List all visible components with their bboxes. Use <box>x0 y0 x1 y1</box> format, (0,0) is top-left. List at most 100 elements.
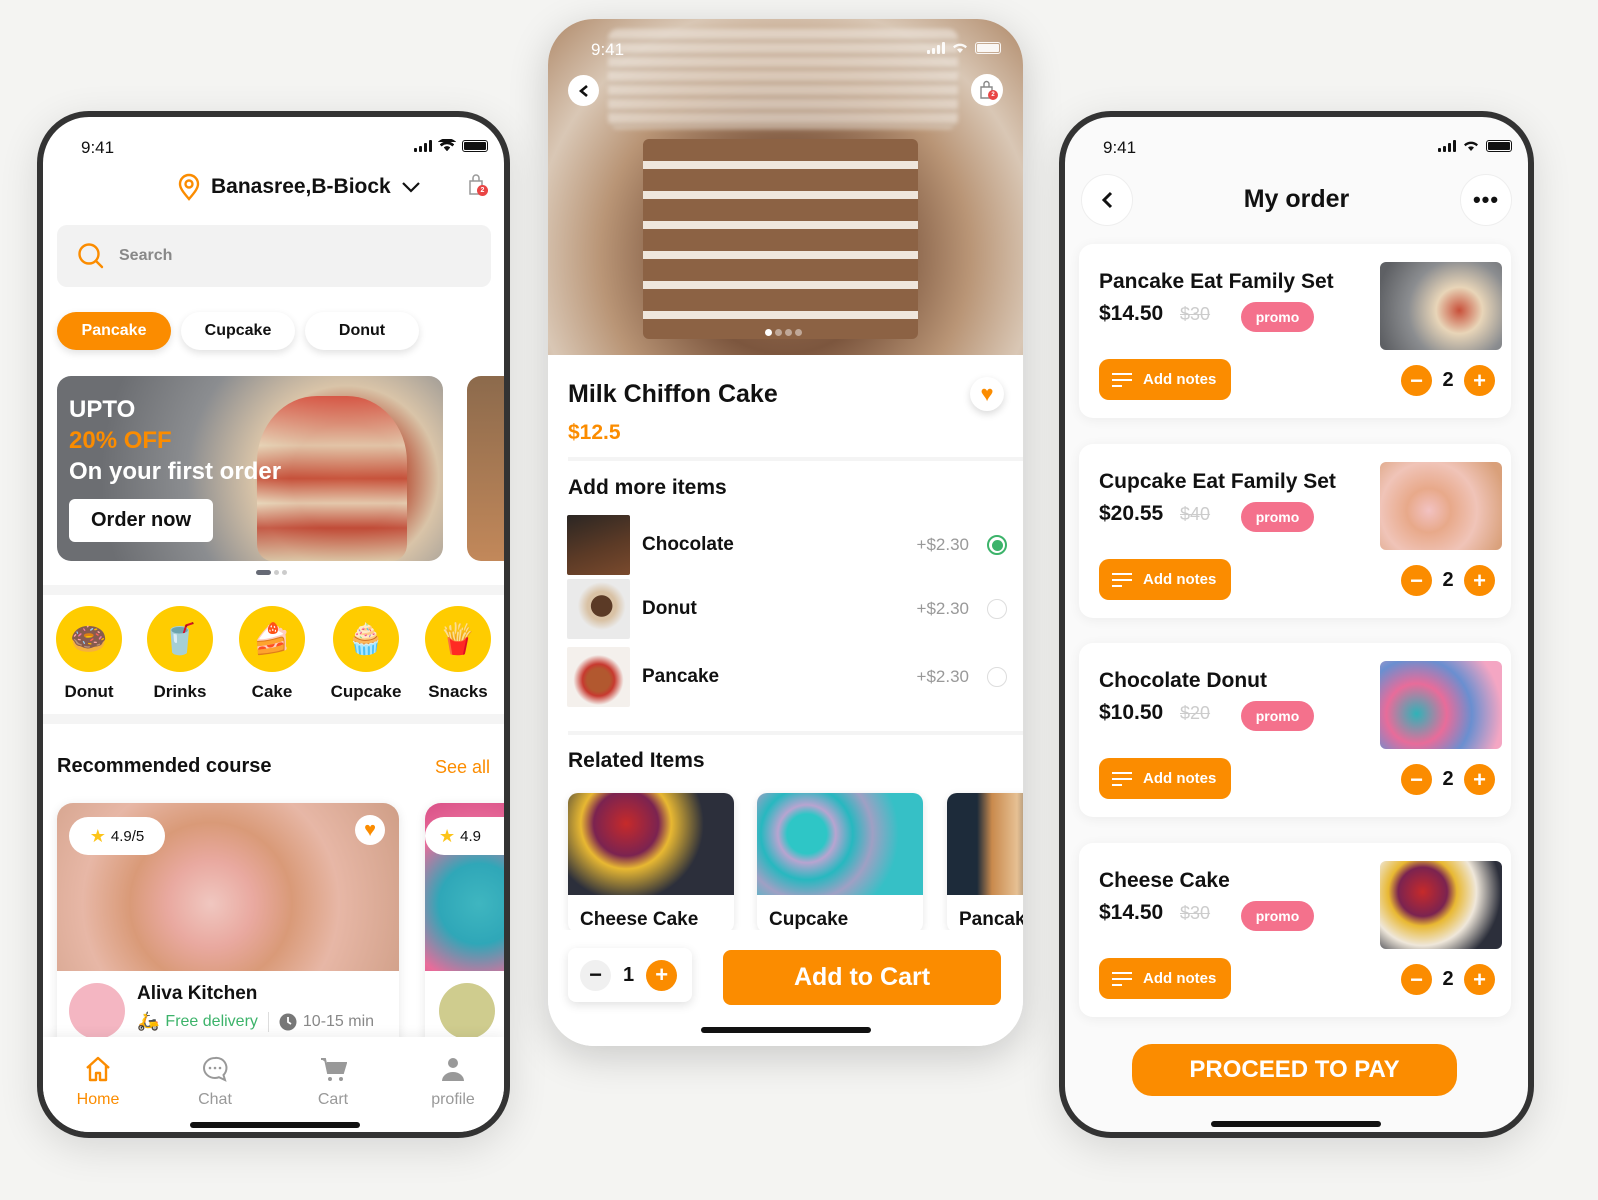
nav-chat[interactable]: Chat <box>175 1055 255 1109</box>
favorite-heart-icon[interactable]: ♥ <box>970 377 1004 411</box>
category-donut[interactable]: 🍩 Donut <box>56 606 122 702</box>
order-item-card: Chocolate Donut $10.50 $20 promo Add notes −2… <box>1079 643 1511 817</box>
category-label: Snacks <box>428 682 488 701</box>
promo-banner[interactable]: UPTO 20% OFF On your first order Order n… <box>57 376 443 561</box>
delivery-info: 🛵 Free delivery 10-15 min <box>137 1011 374 1032</box>
next-banner-peek[interactable] <box>467 376 504 561</box>
increment-button[interactable]: + <box>1464 365 1495 396</box>
chip-cupcake[interactable]: Cupcake <box>181 312 295 350</box>
recommended-card-peek[interactable]: ★ 4.9 <box>425 803 504 1043</box>
decrement-button[interactable]: − <box>1401 764 1432 795</box>
order-item-card: Cheese Cake $14.50 $30 promo Add notes −2 + <box>1079 843 1511 1017</box>
addon-radio[interactable] <box>987 599 1007 619</box>
pancake-image <box>947 793 1023 895</box>
related-item-card[interactable]: Cheese Cake <box>568 793 734 933</box>
addon-item[interactable]: Pancake +$2.30 <box>567 645 1007 709</box>
decrement-button[interactable]: − <box>580 959 611 991</box>
donut-icon: 🍩 <box>56 606 122 672</box>
nav-home[interactable]: Home <box>58 1055 138 1109</box>
status-icons <box>1438 139 1512 152</box>
nav-profile[interactable]: profile <box>413 1055 493 1109</box>
order-item-old-price: $40 <box>1180 504 1211 524</box>
home-icon <box>86 1056 110 1082</box>
status-icons <box>414 139 488 152</box>
signal-icon <box>1438 139 1456 152</box>
addon-price: +$2.30 <box>916 535 969 554</box>
addon-radio-selected[interactable] <box>987 535 1007 555</box>
snacks-icon: 🍟 <box>425 606 491 672</box>
category-cake[interactable]: 🍰 Cake <box>239 606 305 702</box>
nav-label: profile <box>431 1091 475 1108</box>
quantity-stepper: −2 + <box>1401 964 1495 995</box>
drink-icon: 🥤 <box>147 606 213 672</box>
increment-button[interactable]: + <box>1464 764 1495 795</box>
addon-radio[interactable] <box>987 667 1007 687</box>
addon-price: +$2.30 <box>916 667 969 686</box>
status-time: 9:41 <box>591 40 625 59</box>
increment-button[interactable]: + <box>1464 964 1495 995</box>
banner-line-3: On your first order <box>69 458 282 485</box>
category-drinks[interactable]: 🥤 Drinks <box>147 606 213 702</box>
nav-cart[interactable]: Cart <box>293 1055 373 1109</box>
rating-badge: ★ 4.9 <box>425 817 504 855</box>
decrement-button[interactable]: − <box>1401 365 1432 396</box>
order-item-name: Cheese Cake <box>1099 869 1230 892</box>
proceed-to-pay-button[interactable]: PROCEED TO PAY <box>1132 1044 1457 1096</box>
chip-pancake[interactable]: Pancake <box>57 312 171 350</box>
banner-text: UPTO 20% OFF On your first order <box>69 394 281 487</box>
order-item-price: $14.50 <box>1099 901 1164 924</box>
chip-donut[interactable]: Donut <box>305 312 419 350</box>
cart-bag-button[interactable]: 2 <box>971 74 1003 106</box>
delivery-time: 10-15 min <box>302 1012 375 1030</box>
product-price: $12.5 <box>568 421 621 444</box>
category-cupcake[interactable]: 🧁 Cupcake <box>331 606 401 702</box>
home-indicator <box>190 1122 360 1128</box>
status-time: 9:41 <box>81 138 115 157</box>
increment-button[interactable]: + <box>1464 565 1495 596</box>
image-pagination <box>765 329 802 336</box>
add-notes-button[interactable]: Add notes <box>1099 559 1231 600</box>
battery-icon <box>1486 139 1512 152</box>
quantity-value: 2 <box>1442 968 1454 990</box>
search-input[interactable]: Search <box>57 225 491 287</box>
wifi-icon <box>953 43 967 53</box>
related-item-card[interactable]: Cupcake <box>757 793 923 933</box>
cart-bag-button[interactable]: 2 <box>467 173 488 202</box>
related-item-card[interactable]: Pancake <box>947 793 1023 933</box>
location-selector[interactable]: Banasree,B-Biock <box>177 173 421 201</box>
wifi-icon <box>1464 141 1478 151</box>
cupcake-image <box>757 793 923 895</box>
order-now-button[interactable]: Order now <box>69 499 213 542</box>
quantity-value: 2 <box>1442 569 1454 591</box>
addon-item[interactable]: Donut +$2.30 <box>567 577 1007 641</box>
addon-item[interactable]: Chocolate +$2.30 <box>567 513 1007 577</box>
quantity-stepper: −2 + <box>1401 764 1495 795</box>
add-notes-button[interactable]: Add notes <box>1099 758 1231 799</box>
add-notes-button[interactable]: Add notes <box>1099 359 1231 400</box>
quantity-stepper: −2 + <box>1401 565 1495 596</box>
delivery-label: Free delivery <box>165 1012 258 1030</box>
favorite-heart-icon[interactable]: ♥ <box>355 815 385 845</box>
add-notes-button[interactable]: Add notes <box>1099 958 1231 999</box>
increment-button[interactable]: + <box>646 959 678 991</box>
rating-badge: ★ 4.9/5 <box>69 817 165 855</box>
location-pin-icon <box>178 173 200 201</box>
star-icon: ★ <box>89 825 106 846</box>
add-to-cart-button[interactable]: Add to Cart <box>723 950 1001 1005</box>
recommended-card[interactable]: ★ 4.9/5 ♥ Aliva Kitchen 🛵 Free delivery 1… <box>57 803 399 1043</box>
category-label: Drinks <box>153 682 207 701</box>
banner-pagination <box>256 570 287 575</box>
back-button[interactable] <box>568 75 599 106</box>
order-item-old-price: $30 <box>1180 903 1211 923</box>
notes-lines-icon <box>1112 971 1132 986</box>
order-item-name: Chocolate Donut <box>1099 669 1267 692</box>
chocolate-thumbnail <box>567 515 630 575</box>
see-all-link[interactable]: See all <box>435 757 490 778</box>
notes-lines-icon <box>1112 372 1132 387</box>
addon-name: Chocolate <box>642 534 734 555</box>
decrement-button[interactable]: − <box>1401 565 1432 596</box>
addon-price: +$2.30 <box>916 599 969 618</box>
decrement-button[interactable]: − <box>1401 964 1432 995</box>
more-options-button[interactable]: ••• <box>1460 174 1512 226</box>
category-snacks[interactable]: 🍟 Snacks <box>425 606 491 702</box>
